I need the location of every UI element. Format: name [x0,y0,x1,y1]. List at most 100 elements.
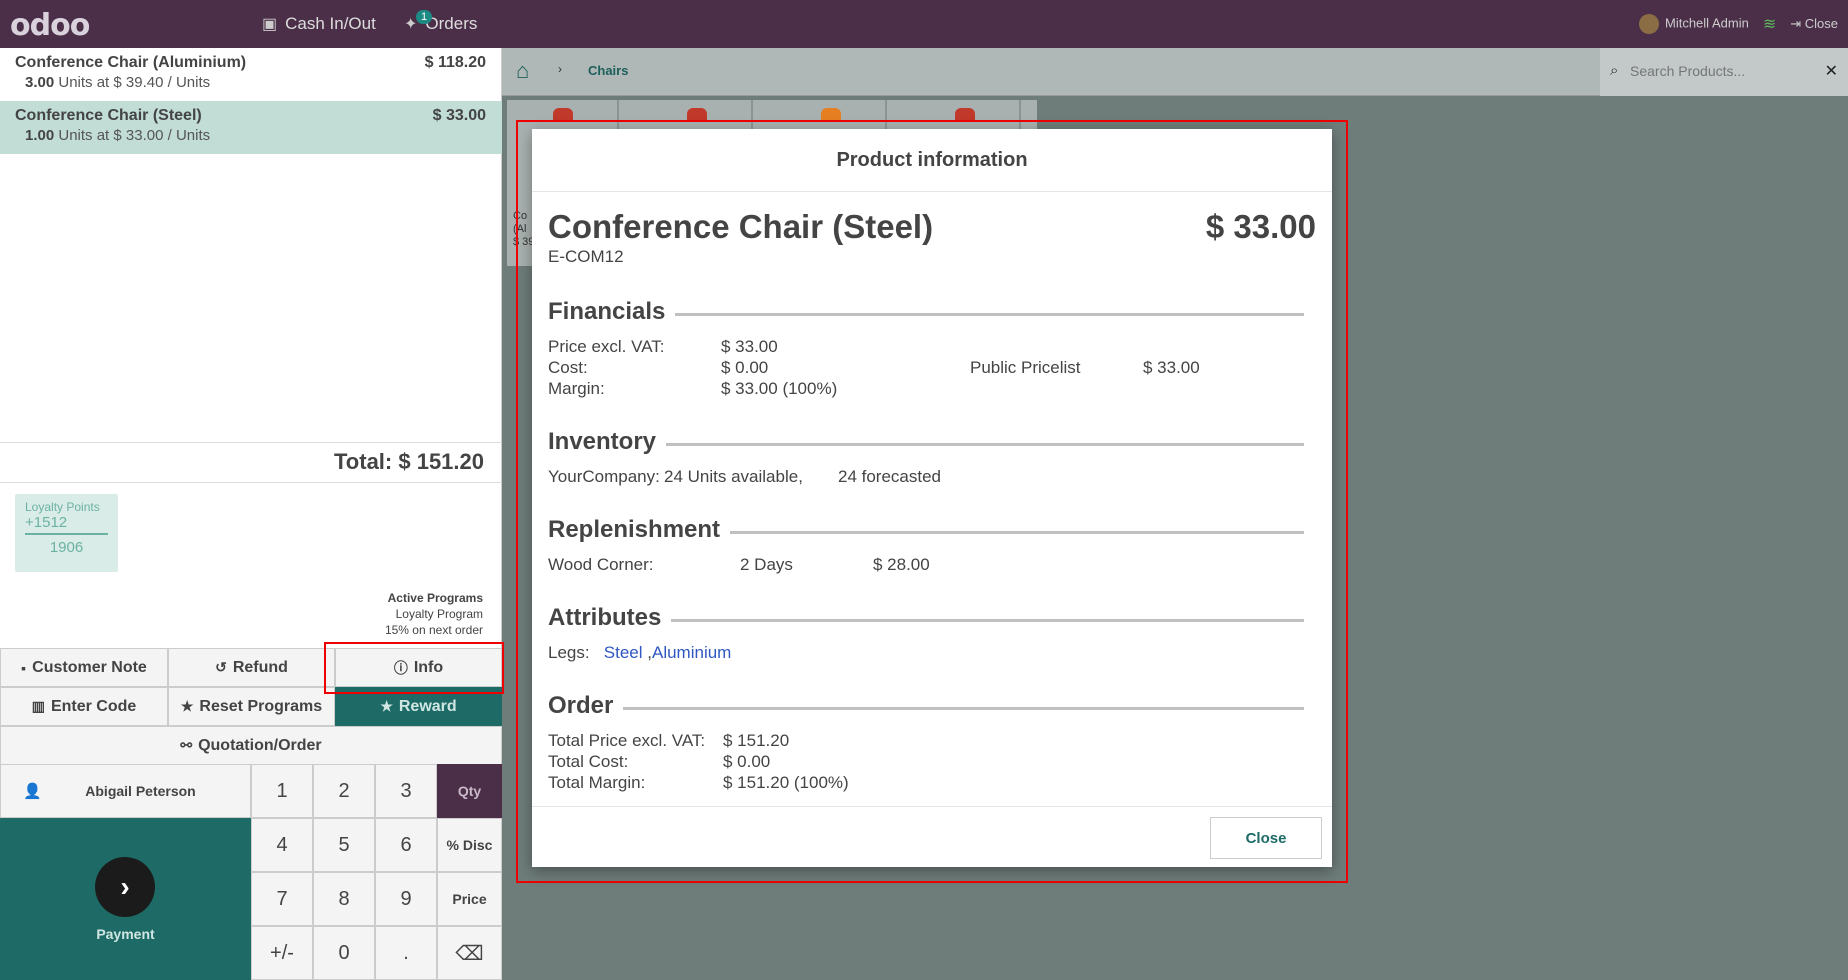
numpad-key-5[interactable]: 5 [313,818,375,872]
close-session-button[interactable]: ⇥ Close [1790,16,1838,32]
dialog-body: Conference Chair (Steel) E-COM12 $ 33.00… [532,192,1332,806]
price-excl-vat-value: $ 33.00 [721,337,778,356]
financials-values: $ 33.00 $ 0.00 $ 33.00 (100%) [721,336,837,399]
product-name: Conference Chair (Steel) [548,208,934,245]
attribute-label: Legs: [548,643,590,662]
pricelist-value: $ 33.00 [1143,358,1200,377]
numpad-key-0[interactable]: 0 [313,926,375,980]
attribute-value-aluminium[interactable]: Aluminium [652,643,731,662]
orders-count-badge: 1 [416,10,433,24]
total-cost-label: Total Cost: [548,752,629,771]
orderline-price: $ 118.20 [424,54,486,71]
backspace-icon[interactable]: ⌫ [437,926,502,980]
numpad-key-dot[interactable]: . [375,926,437,980]
enter-code-button[interactable]: ▥ Enter Code [0,687,168,726]
attribute-value-steel[interactable]: Steel [604,643,643,662]
odoo-logo: odoo [10,8,90,43]
customer-button[interactable]: 👤 Abigail Peterson [0,764,251,818]
total-cost-value: $ 0.00 [723,752,771,771]
numpad-key-plus-minus[interactable]: +/- [251,926,313,980]
total-margin-label: Total Margin: [548,773,646,792]
order-labels: Total Price excl. VAT: Total Cost: Total… [548,730,705,793]
attribute-legs: Legs: Steel ,Aluminium [548,642,731,663]
numpad-key-7[interactable]: 7 [251,872,313,926]
quotation-order-button[interactable]: ⚯ Quotation/Order [0,726,502,765]
customer-note-button[interactable]: ▪ Customer Note [0,648,168,687]
orderline-selected[interactable]: Conference Chair (Steel) $ 33.00 1.00 Un… [0,101,502,154]
inventory-company: YourCompany: [548,467,660,486]
cash-in-out-button[interactable]: ▣ Cash In/Out [262,0,376,48]
order-values: $ 151.20 $ 0.00 $ 151.20 (100%) [723,730,849,793]
loyalty-points-total: 1906 [49,539,84,556]
inventory-available: 24 Units available, [664,467,803,486]
inventory-forecasted: 24 forecasted [838,467,942,486]
vendor-delay: 2 Days [740,555,793,574]
orderline[interactable]: Conference Chair (Aluminium) $ 118.20 3.… [0,48,502,101]
note-icon: ▪ [21,659,27,676]
financials-labels: Price excl. VAT: Cost: Margin: [548,336,665,399]
orders-button[interactable]: ✦ Orders [404,0,477,48]
enter-code-label: Enter Code [50,697,137,715]
barcode-icon: ▥ [31,698,45,714]
vendor-name: Wood Corner: [548,555,654,574]
numpad-key-4[interactable]: 4 [251,818,313,872]
numpad-key-1[interactable]: 1 [251,764,313,818]
payment-label: Payment [96,926,155,942]
replenishment-title: Replenishment [548,516,721,543]
close-session-label: Close [1804,16,1838,31]
inventory-section-title: Inventory [548,428,1304,456]
info-button-highlight [324,642,504,694]
home-icon[interactable]: ⌂ [516,58,529,84]
search-box: ⌕ ✕ [1600,48,1848,96]
product-code: E-COM12 [548,247,624,266]
search-input[interactable] [1630,60,1810,82]
quotation-order-label: Quotation/Order [198,736,322,754]
breadcrumb-category[interactable]: Chairs [588,63,628,78]
star-icon: ★ [180,698,194,714]
margin-value: $ 33.00 (100%) [721,379,838,398]
orderline-unit-info: Units at $ 39.40 / Units [58,74,211,91]
orderline-info: 3.00 Units at $ 39.40 / Units [25,74,487,91]
wifi-icon: ≋ [1762,16,1777,33]
close-button[interactable]: Close [1210,817,1322,859]
numpad-key-3[interactable]: 3 [375,764,437,818]
mode-qty-button[interactable]: Qty [437,764,502,818]
clear-search-icon[interactable]: ✕ [1825,61,1838,81]
refund-button[interactable]: ↺ Refund [168,648,335,687]
loyalty-points-box: Loyalty Points +1512 1906 [15,494,118,572]
attributes-title: Attributes [548,604,662,631]
star-icon: ★ [380,698,393,714]
product-image [821,108,841,120]
order-total: Total: $ 151.20 [0,442,502,483]
pricelist-label: Public Pricelist [970,358,1081,377]
active-programs: Active Programs Loyalty Program 15% on n… [385,590,483,638]
divider [730,530,1304,534]
reward-label: Reward [398,697,457,715]
divider [666,442,1304,446]
numpad-key-9[interactable]: 9 [375,872,437,926]
reset-programs-button[interactable]: ★ Reset Programs [168,687,335,726]
user-icon: 👤 [23,783,42,800]
undo-icon: ↺ [215,659,227,675]
divider [623,706,1304,710]
mode-discount-button[interactable]: % Disc [437,818,502,872]
user-menu[interactable]: Mitchell Admin [1639,14,1749,34]
chevron-right-icon: › [558,62,562,76]
product-image [687,108,707,120]
numpad-key-2[interactable]: 2 [313,764,375,818]
financials-section-title: Financials [548,298,1304,326]
money-icon: ▣ [262,16,278,33]
replenishment-section-title: Replenishment [548,516,1304,544]
order-section-title: Order [548,692,1304,720]
numpad-key-6[interactable]: 6 [375,818,437,872]
total-margin-value: $ 151.20 (100%) [723,773,849,792]
cost-label: Cost: [548,358,588,377]
price-excl-vat-label: Price excl. VAT: [548,337,665,356]
dialog-footer: Close [532,806,1332,867]
mode-price-button[interactable]: Price [437,872,502,926]
orders-label: Orders [425,14,478,33]
payment-button[interactable]: › Payment [0,818,251,980]
numpad-key-8[interactable]: 8 [313,872,375,926]
total-price-value: $ 151.20 [723,731,790,750]
search-icon: ⌕ [1610,62,1619,79]
